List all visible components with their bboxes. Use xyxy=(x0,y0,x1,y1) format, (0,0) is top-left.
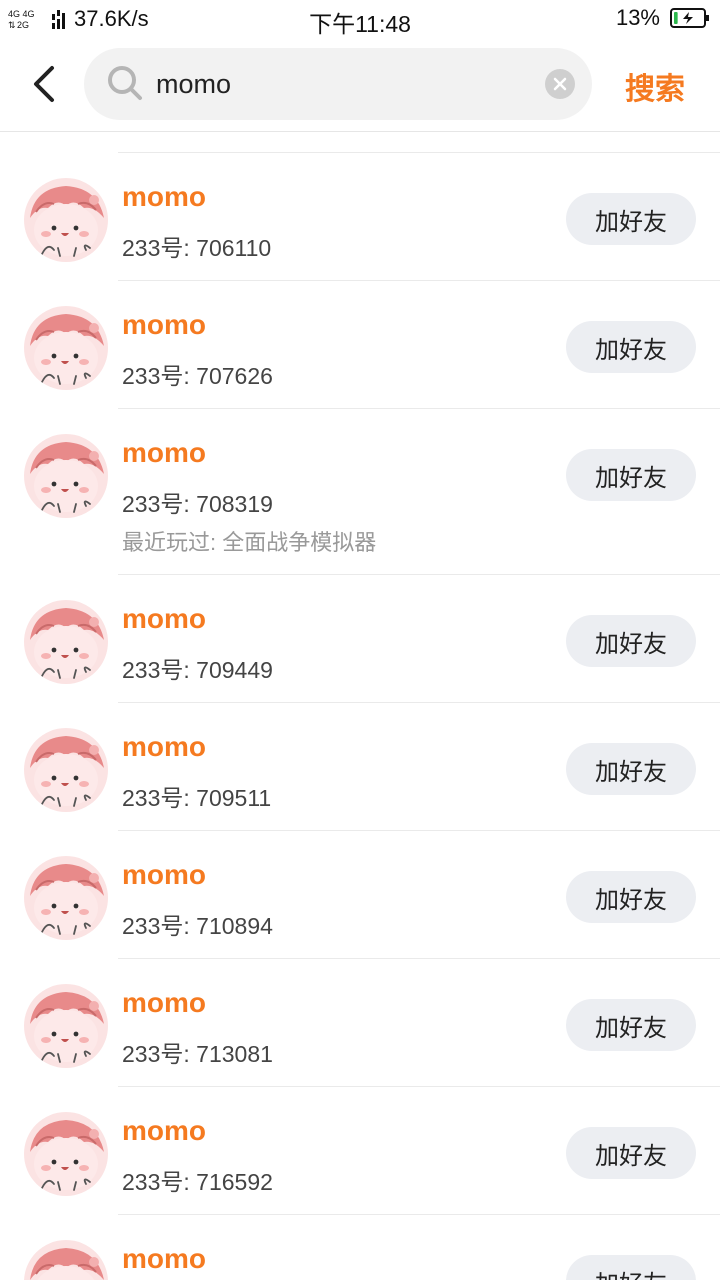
momo-avatar-icon[interactable] xyxy=(24,1240,108,1280)
user-name: momo xyxy=(122,987,206,1018)
search-bar[interactable] xyxy=(84,48,592,120)
clear-icon[interactable] xyxy=(544,68,576,100)
user-id: 233号: 713081 xyxy=(122,1041,273,1067)
user-name: momo xyxy=(122,309,206,340)
add-friend-button[interactable]: 加好友 xyxy=(566,999,696,1051)
result-row[interactable]: momo 233号: 716592 加好友 xyxy=(0,1087,720,1215)
add-friend-button[interactable]: 加好友 xyxy=(566,743,696,795)
user-id: 233号: 709449 xyxy=(122,657,273,683)
battery-percent: 13% xyxy=(615,5,660,30)
user-name: momo xyxy=(122,603,206,634)
add-friend-button[interactable]: 加好友 xyxy=(566,1255,696,1280)
search-icon xyxy=(108,66,142,100)
user-name: momo xyxy=(122,1115,206,1146)
user-name: momo xyxy=(122,859,206,890)
momo-avatar-icon[interactable] xyxy=(24,434,108,518)
momo-avatar-icon[interactable] xyxy=(24,1112,108,1196)
user-id: 233号: 707626 xyxy=(122,363,273,389)
result-row[interactable]: momo 233号: 707626 加好友 xyxy=(0,281,720,409)
user-name: momo xyxy=(122,437,206,468)
add-friend-button[interactable]: 加好友 xyxy=(566,871,696,923)
user-name: momo xyxy=(122,181,206,212)
user-name: momo xyxy=(122,1243,206,1274)
add-friend-button[interactable]: 加好友 xyxy=(566,1127,696,1179)
back-arrow-icon[interactable] xyxy=(26,62,66,106)
status-bar: 4G 4G ⇅ 2G 37.6K/s 下午11:48 13% xyxy=(0,0,720,38)
momo-avatar-icon[interactable] xyxy=(24,984,108,1068)
add-friend-button[interactable]: 加好友 xyxy=(566,193,696,245)
result-row[interactable]: momo 233号: 706110 加好友 xyxy=(0,153,720,281)
momo-avatar-icon[interactable] xyxy=(24,178,108,262)
momo-avatar-icon[interactable] xyxy=(24,856,108,940)
user-id: 233号: 706110 xyxy=(122,235,272,261)
search-header: 搜索 xyxy=(0,38,720,132)
result-row[interactable]: momo 233号: 709449 加好友 xyxy=(0,575,720,703)
user-id: 233号: 710894 xyxy=(122,913,273,939)
momo-avatar-icon[interactable] xyxy=(24,600,108,684)
user-name: momo xyxy=(122,731,206,762)
status-right: 13% xyxy=(616,5,710,31)
result-row[interactable]: momo 233号: 713081 加好友 xyxy=(0,959,720,1087)
search-input[interactable] xyxy=(156,48,536,120)
result-row[interactable]: momo 233号: 709511 加好友 xyxy=(0,703,720,831)
add-friend-button[interactable]: 加好友 xyxy=(566,321,696,373)
user-id: 233号: 716592 xyxy=(122,1169,273,1195)
recently-played: 最近玩过: 全面战争模拟器 xyxy=(122,530,377,555)
search-button[interactable]: 搜索 xyxy=(625,64,685,108)
clock: 下午11:48 xyxy=(309,11,411,37)
user-id: 233号: 709511 xyxy=(122,785,272,811)
result-row[interactable]: momo 加好友 xyxy=(0,1215,720,1280)
add-friend-button[interactable]: 加好友 xyxy=(566,615,696,667)
add-friend-button[interactable]: 加好友 xyxy=(566,449,696,501)
momo-avatar-icon[interactable] xyxy=(24,306,108,390)
battery-charging-icon xyxy=(670,8,709,28)
result-row[interactable]: momo 233号: 708319 最近玩过: 全面战争模拟器 加好友 xyxy=(0,409,720,575)
momo-avatar-icon[interactable] xyxy=(24,728,108,812)
user-id: 233号: 708319 xyxy=(122,491,273,517)
search-results-list[interactable]: momo 233号: 706110 加好友 momo 233号: 707626 加好友 … xyxy=(0,133,720,1280)
result-row[interactable]: momo 233号: 710894 加好友 xyxy=(0,831,720,959)
